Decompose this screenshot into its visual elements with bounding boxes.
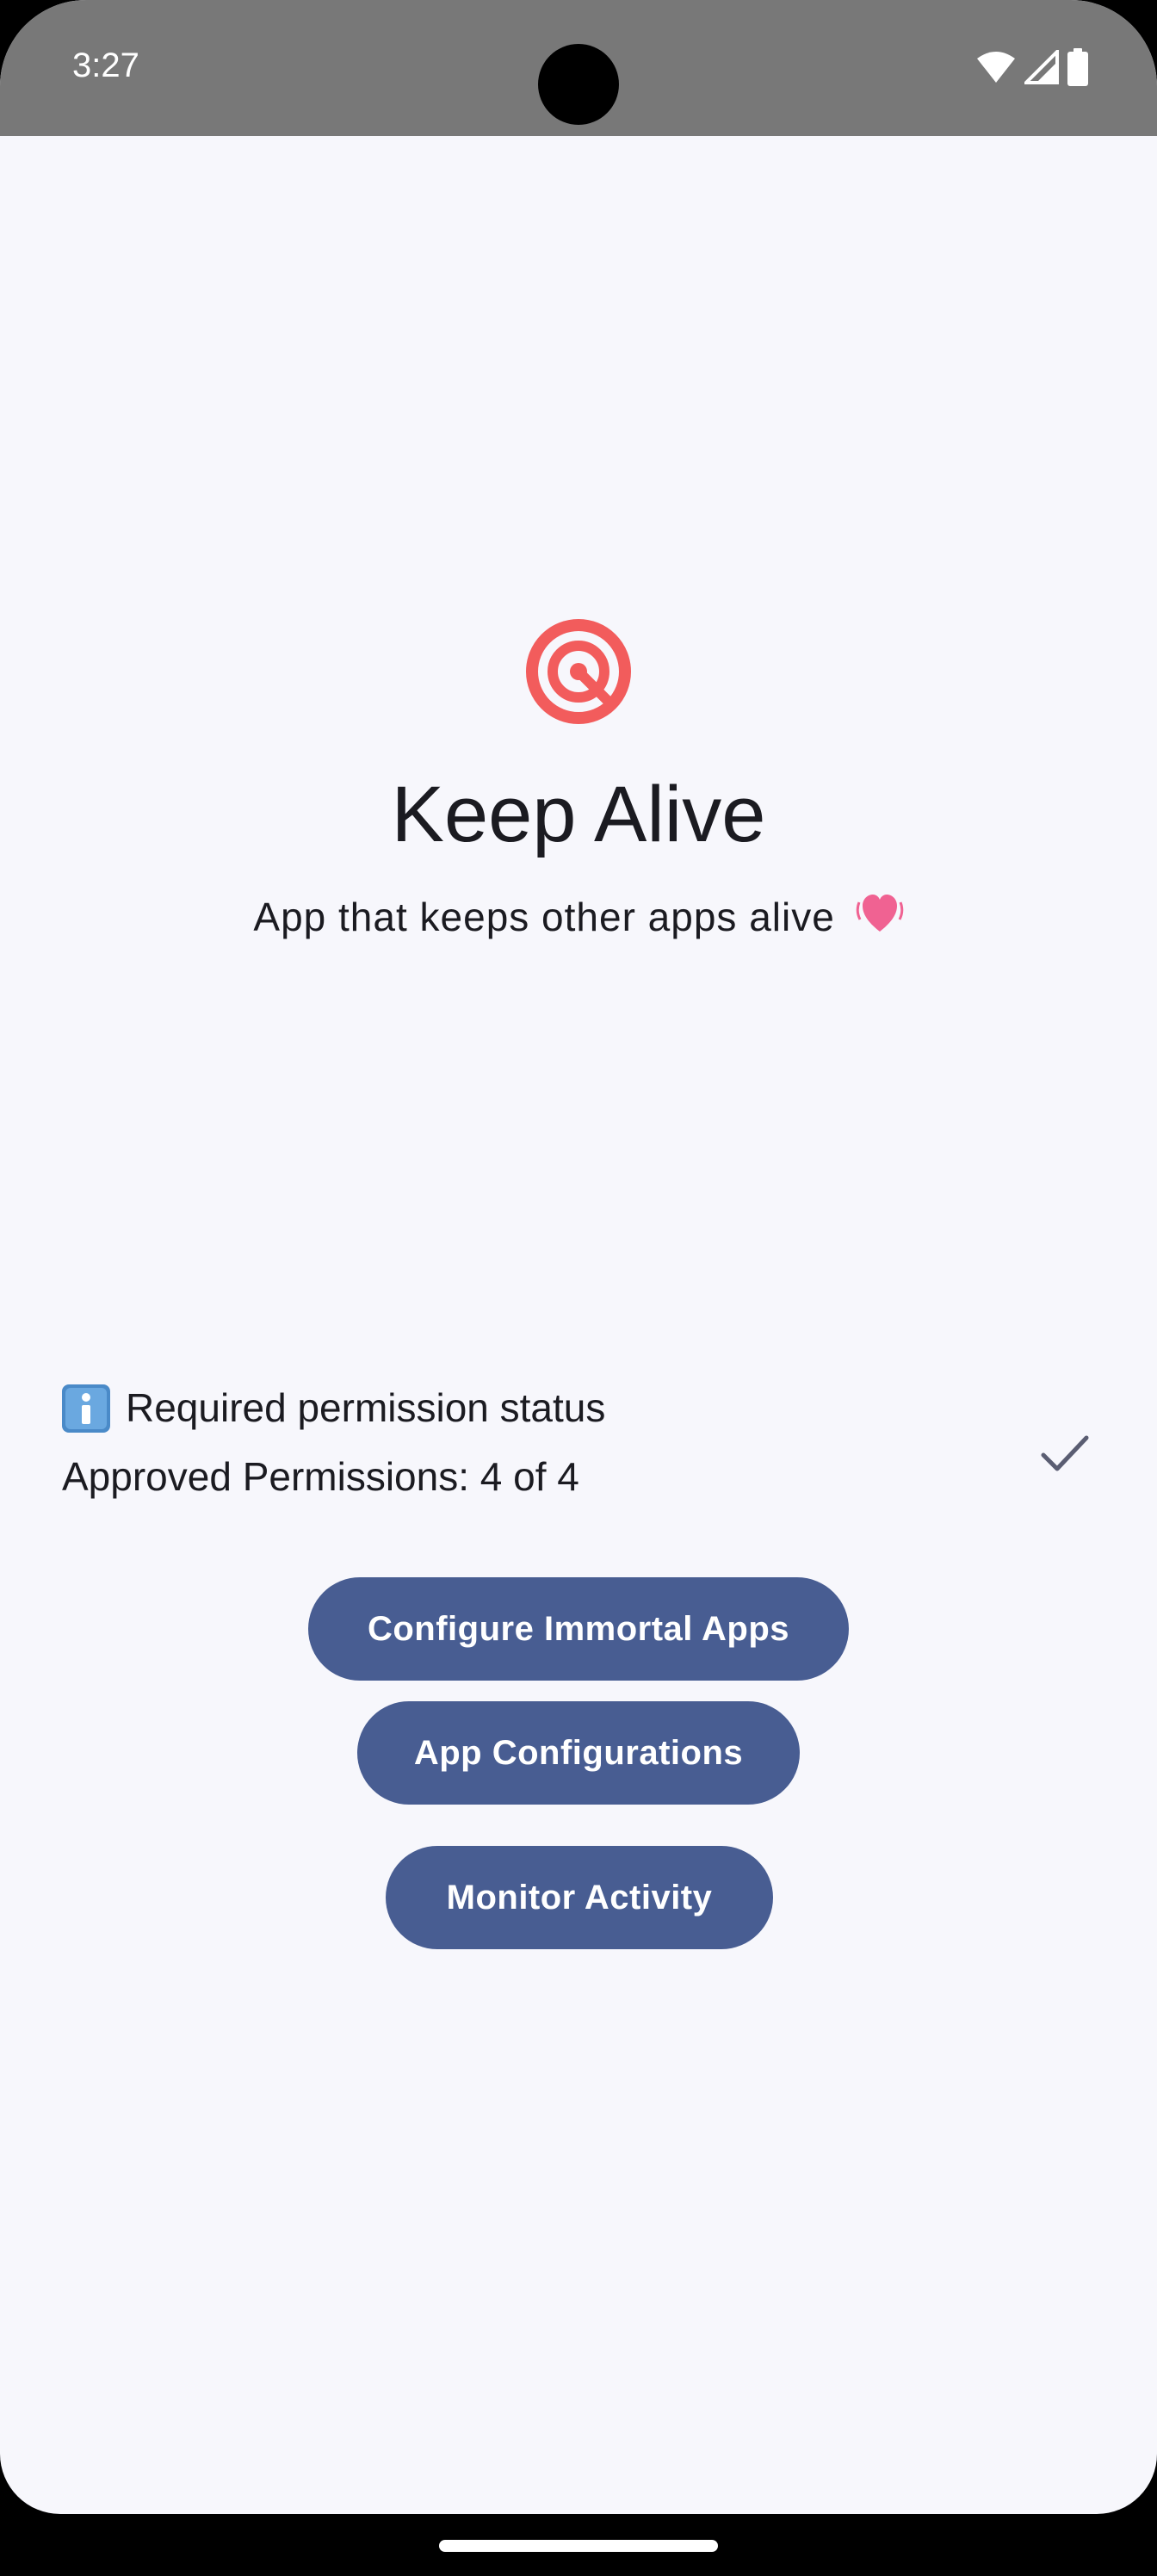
app-screen: 3:27 Keep Alive App that keeps other app… xyxy=(0,0,1157,2514)
monitor-activity-button[interactable]: Monitor Activity xyxy=(386,1846,773,1949)
gesture-navigation-handle[interactable] xyxy=(439,2540,718,2552)
permission-header-text: Required permission status xyxy=(126,1385,606,1431)
status-icons xyxy=(976,48,1088,86)
configure-immortal-apps-button[interactable]: Configure Immortal Apps xyxy=(308,1577,849,1681)
app-configurations-button[interactable]: App Configurations xyxy=(357,1701,800,1805)
cellular-signal-icon xyxy=(1024,50,1059,84)
approved-permissions-count: Approved Permissions: 4 of 4 xyxy=(62,1454,579,1499)
check-icon xyxy=(1033,1422,1095,1484)
wifi-icon xyxy=(976,50,1016,84)
info-icon xyxy=(62,1384,110,1433)
status-bar: 3:27 xyxy=(0,0,1157,136)
vibrating-heart-icon xyxy=(856,890,904,943)
battery-icon xyxy=(1067,48,1088,86)
target-icon xyxy=(525,618,632,725)
app-subtitle: App that keeps other apps alive xyxy=(253,895,835,939)
app-title: Keep Alive xyxy=(391,771,766,858)
permission-status-row: Required permission status Approved Perm… xyxy=(62,1384,1095,1514)
app-subtitle-row: App that keeps other apps alive xyxy=(0,895,1157,943)
permission-header: Required permission status xyxy=(62,1384,605,1433)
camera-cutout xyxy=(538,44,619,125)
status-time: 3:27 xyxy=(72,46,139,84)
